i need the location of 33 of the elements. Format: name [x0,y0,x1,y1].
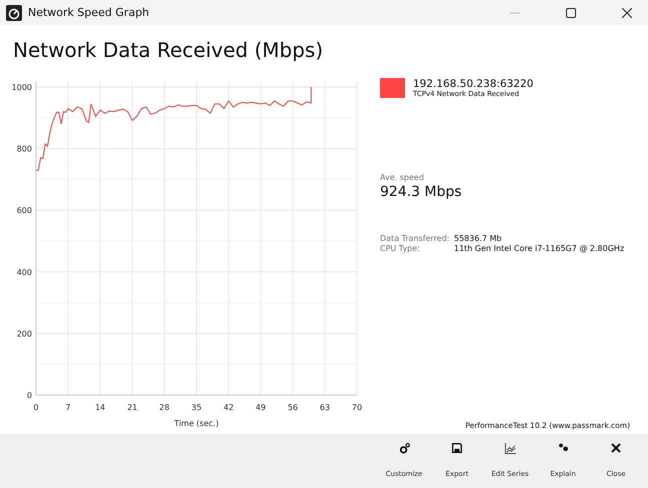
x-tick-label: 7 [66,403,71,412]
x-tick-label: 35 [191,403,202,412]
legend-label: 192.168.50.238:63220 [413,78,534,90]
x-tick-label: 0 [33,403,39,412]
x-tick-label: 14 [95,403,106,412]
x-tick-label: 42 [224,403,234,412]
y-tick-label: 0 [26,391,32,400]
window-title: Network Speed Graph [28,6,150,19]
detail-value: 11th Gen Intel Core i7-1165G7 @ 2.80GHz [454,244,624,253]
line-chart-icon [504,443,516,454]
close-icon [611,443,621,453]
detail-label: Data Transferred: [380,234,450,243]
app-icon [6,4,22,20]
x-tick-label: 49 [256,403,266,412]
x-tick-label: 56 [288,403,298,412]
average-value: 924.3 Mbps [380,184,463,200]
x-axis-title: Time (sec.) [174,419,219,428]
graph-heading: Network Data Received (Mbps) [13,38,324,64]
y-tick-label: 600 [16,206,32,216]
y-tick-label: 400 [16,268,32,277]
detail-value: 55836.7 Mb [454,234,503,243]
y-tick-label: 800 [16,144,32,154]
y-tick-label: 200 [16,329,32,338]
x-tick-label: 21 [127,403,138,412]
average-label: Ave. speed [380,173,425,182]
maximize-icon[interactable] [566,8,576,18]
x-tick-label: 28 [159,403,170,412]
x-tick-label: 63 [320,403,330,412]
detail-label: CPU Type: [380,244,421,253]
y-tick-label: 1000 [12,83,32,92]
x-tick-label: 70 [352,403,362,412]
save-icon [452,443,462,453]
close-icon[interactable] [622,8,632,18]
